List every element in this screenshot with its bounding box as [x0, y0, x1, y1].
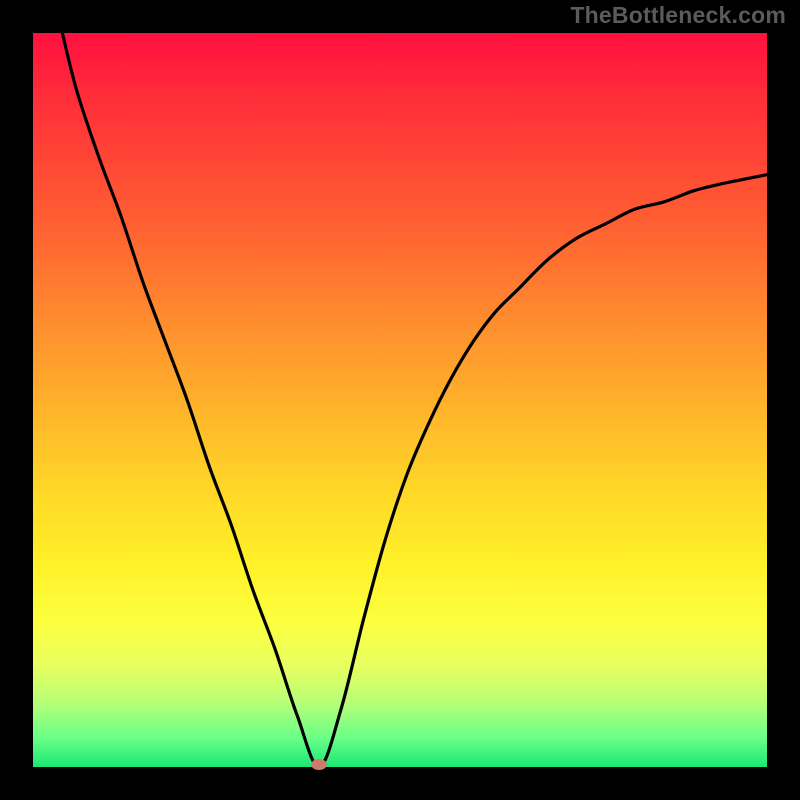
- bottleneck-curve: [62, 33, 767, 767]
- plot-area: [33, 33, 767, 767]
- curve-svg: [33, 33, 767, 767]
- minimum-marker: [311, 759, 327, 770]
- watermark-text: TheBottleneck.com: [570, 2, 786, 29]
- chart-container: TheBottleneck.com: [0, 0, 800, 800]
